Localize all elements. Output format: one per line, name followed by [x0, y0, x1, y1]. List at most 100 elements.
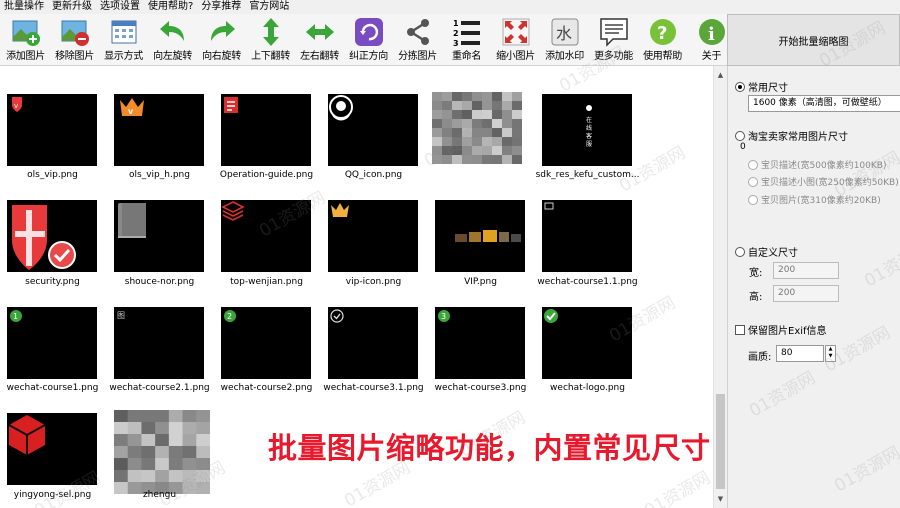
toolbar-flip-vertical-button[interactable]: 上下翻转	[247, 17, 294, 65]
svg-text:水: 水	[556, 24, 572, 43]
svg-text:2: 2	[227, 312, 232, 321]
svg-text:v: v	[128, 107, 134, 116]
image-filename: ols_vip_h.png	[129, 170, 190, 180]
checkbox-icon[interactable]	[735, 324, 745, 335]
spin-up-icon[interactable]: ▲	[826, 346, 835, 353]
scroll-thumb[interactable]	[716, 394, 725, 489]
image-filename: wechat-course2.png	[220, 383, 313, 393]
start-batch-button[interactable]: 开始批量缩略图	[727, 14, 900, 66]
menu-item-1[interactable]: 更新升级	[50, 0, 98, 14]
toolbar-shrink-image-button[interactable]: 缩小图片	[492, 17, 539, 65]
radio-unchecked-icon[interactable]	[735, 130, 745, 141]
toolbar-label: 分拣图片	[398, 51, 437, 62]
taobao-option-1[interactable]: 宝贝描述(宽500像素约100KB)	[748, 158, 886, 171]
width-input[interactable]: 200	[773, 262, 839, 279]
radio-checked-icon[interactable]	[735, 81, 745, 92]
menu-item-0[interactable]: 批量操作	[2, 0, 50, 14]
exif-label: 保留图片Exif信息	[748, 326, 827, 337]
spin-down-icon[interactable]: ▼	[826, 353, 835, 360]
image-thumbnail[interactable]: 图	[114, 307, 204, 379]
toolbar-rotate-right-button[interactable]: 向右旋转	[198, 17, 245, 65]
radio-disabled-icon[interactable]	[748, 176, 758, 187]
custom-size-option[interactable]: 自定义尺寸	[735, 244, 798, 259]
image-filename: sdk_res_kefu_custom...	[535, 170, 640, 180]
taobao-option-1-label: 宝贝描述(宽500像素约100KB)	[761, 161, 887, 171]
image-filename: top-wenjian.png	[230, 277, 303, 287]
correct-orientation-icon	[354, 17, 384, 47]
gallery-scrollbar[interactable]: ▲ ▼	[713, 66, 727, 508]
toolbar-label: 向左旋转	[153, 51, 192, 62]
menu-item-2[interactable]: 选项设置	[98, 0, 146, 14]
menu-item-4[interactable]: 分享推荐	[199, 0, 247, 14]
toolbar-watermark-button[interactable]: 水添加水印	[541, 17, 588, 65]
image-thumbnail[interactable]: 3	[435, 307, 525, 379]
toolbar-correct-orientation-button[interactable]: 纠正方向	[345, 17, 392, 65]
image-thumbnail[interactable]	[221, 94, 311, 166]
menu-item-3[interactable]: 使用帮助?	[146, 0, 199, 14]
toolbar-label: 移除图片	[55, 51, 94, 62]
toolbar-label: 上下翻转	[251, 51, 290, 62]
remove-image-icon	[60, 17, 90, 47]
image-thumbnail[interactable]	[328, 94, 418, 166]
svg-text:2: 2	[453, 29, 459, 38]
settings-panel: 常用尺寸 1600 像素（高清图，可做壁纸） 淘宝卖家常用图片尺寸 0 宝贝描述…	[727, 66, 900, 508]
svg-text:服: 服	[586, 141, 592, 148]
toolbar-remove-image-button[interactable]: 移除图片	[51, 17, 98, 65]
scroll-down-arrow-icon[interactable]: ▼	[714, 492, 727, 506]
image-thumbnail[interactable]	[542, 200, 632, 272]
height-input[interactable]: 200	[773, 285, 839, 302]
common-size-label: 常用尺寸	[748, 83, 788, 94]
image-thumbnail[interactable]: v	[114, 94, 204, 166]
image-thumbnail[interactable]	[221, 200, 311, 272]
image-thumbnail[interactable]	[432, 92, 522, 164]
taobao-size-option[interactable]: 淘宝卖家常用图片尺寸	[735, 128, 848, 143]
quality-spinner[interactable]: ▲ ▼	[825, 345, 836, 362]
quality-input[interactable]: 80	[776, 345, 824, 362]
taobao-size-label: 淘宝卖家常用图片尺寸	[748, 132, 848, 143]
svg-text:3: 3	[453, 39, 459, 47]
toolbar-more-features-button[interactable]: 更多功能	[590, 17, 637, 65]
radio-disabled-icon[interactable]	[748, 159, 758, 170]
svg-text:在: 在	[586, 116, 592, 124]
image-thumbnail[interactable]: v	[7, 94, 97, 166]
image-filename: shouce-nor.png	[124, 277, 195, 287]
image-filename: vip-icon.png	[345, 277, 402, 287]
image-thumbnail[interactable]	[7, 413, 97, 485]
common-size-option[interactable]: 常用尺寸	[735, 79, 788, 94]
menu-bar: 批量操作 更新升级 选项设置 使用帮助? 分享推荐 官方网站	[0, 0, 900, 14]
rename-icon: 123	[452, 17, 482, 47]
toolbar-add-image-button[interactable]: 添加图片	[2, 17, 49, 65]
common-size-select[interactable]: 1600 像素（高清图，可做壁纸）	[748, 95, 900, 112]
toolbar-help-button[interactable]: ? 使用帮助	[639, 17, 686, 65]
image-thumbnail[interactable]: 1	[7, 307, 97, 379]
svg-text:1: 1	[13, 312, 18, 321]
svg-text:客: 客	[586, 132, 592, 140]
image-filename: security.png	[25, 277, 80, 287]
image-thumbnail[interactable]: 2	[221, 307, 311, 379]
radio-disabled-icon[interactable]	[748, 194, 758, 205]
image-filename: wechat-course2.1.png	[109, 383, 210, 393]
image-filename: wechat-course1.1.png	[537, 277, 638, 287]
shrink-image-icon	[501, 17, 531, 47]
radio-unchecked-icon[interactable]	[735, 246, 745, 257]
image-thumbnail[interactable]	[542, 307, 632, 379]
toolbar-sort-images-button[interactable]: 分拣图片	[394, 17, 441, 65]
toolbar-rename-button[interactable]: 1 2 3 重命名	[443, 17, 490, 65]
image-thumbnail[interactable]	[328, 200, 418, 272]
toolbar-display-mode-button[interactable]: 显示方式	[100, 17, 147, 65]
image-thumbnail[interactable]: 在线客服	[542, 94, 632, 166]
toolbar-flip-horizontal-button[interactable]: 左右翻转	[296, 17, 343, 65]
menu-item-5[interactable]: 官方网站	[247, 0, 295, 14]
image-thumbnail[interactable]	[435, 200, 525, 272]
toolbar-rotate-left-button[interactable]: 向左旋转	[149, 17, 196, 65]
taobao-option-2[interactable]: 宝贝描述小图(宽250像素约50KB)	[748, 175, 899, 188]
taobao-option-3[interactable]: 宝贝图片(宽310像素约20KB)	[748, 193, 881, 206]
image-thumbnail[interactable]	[114, 410, 210, 494]
scroll-up-arrow-icon[interactable]: ▲	[714, 68, 727, 82]
image-thumbnail[interactable]	[114, 200, 204, 272]
image-thumbnail[interactable]	[7, 200, 97, 272]
exif-option[interactable]: 保留图片Exif信息	[735, 322, 827, 337]
image-thumbnail[interactable]	[328, 307, 418, 379]
toolbar-label: 向右旋转	[202, 51, 241, 62]
image-filename: wechat-logo.png	[550, 383, 625, 393]
